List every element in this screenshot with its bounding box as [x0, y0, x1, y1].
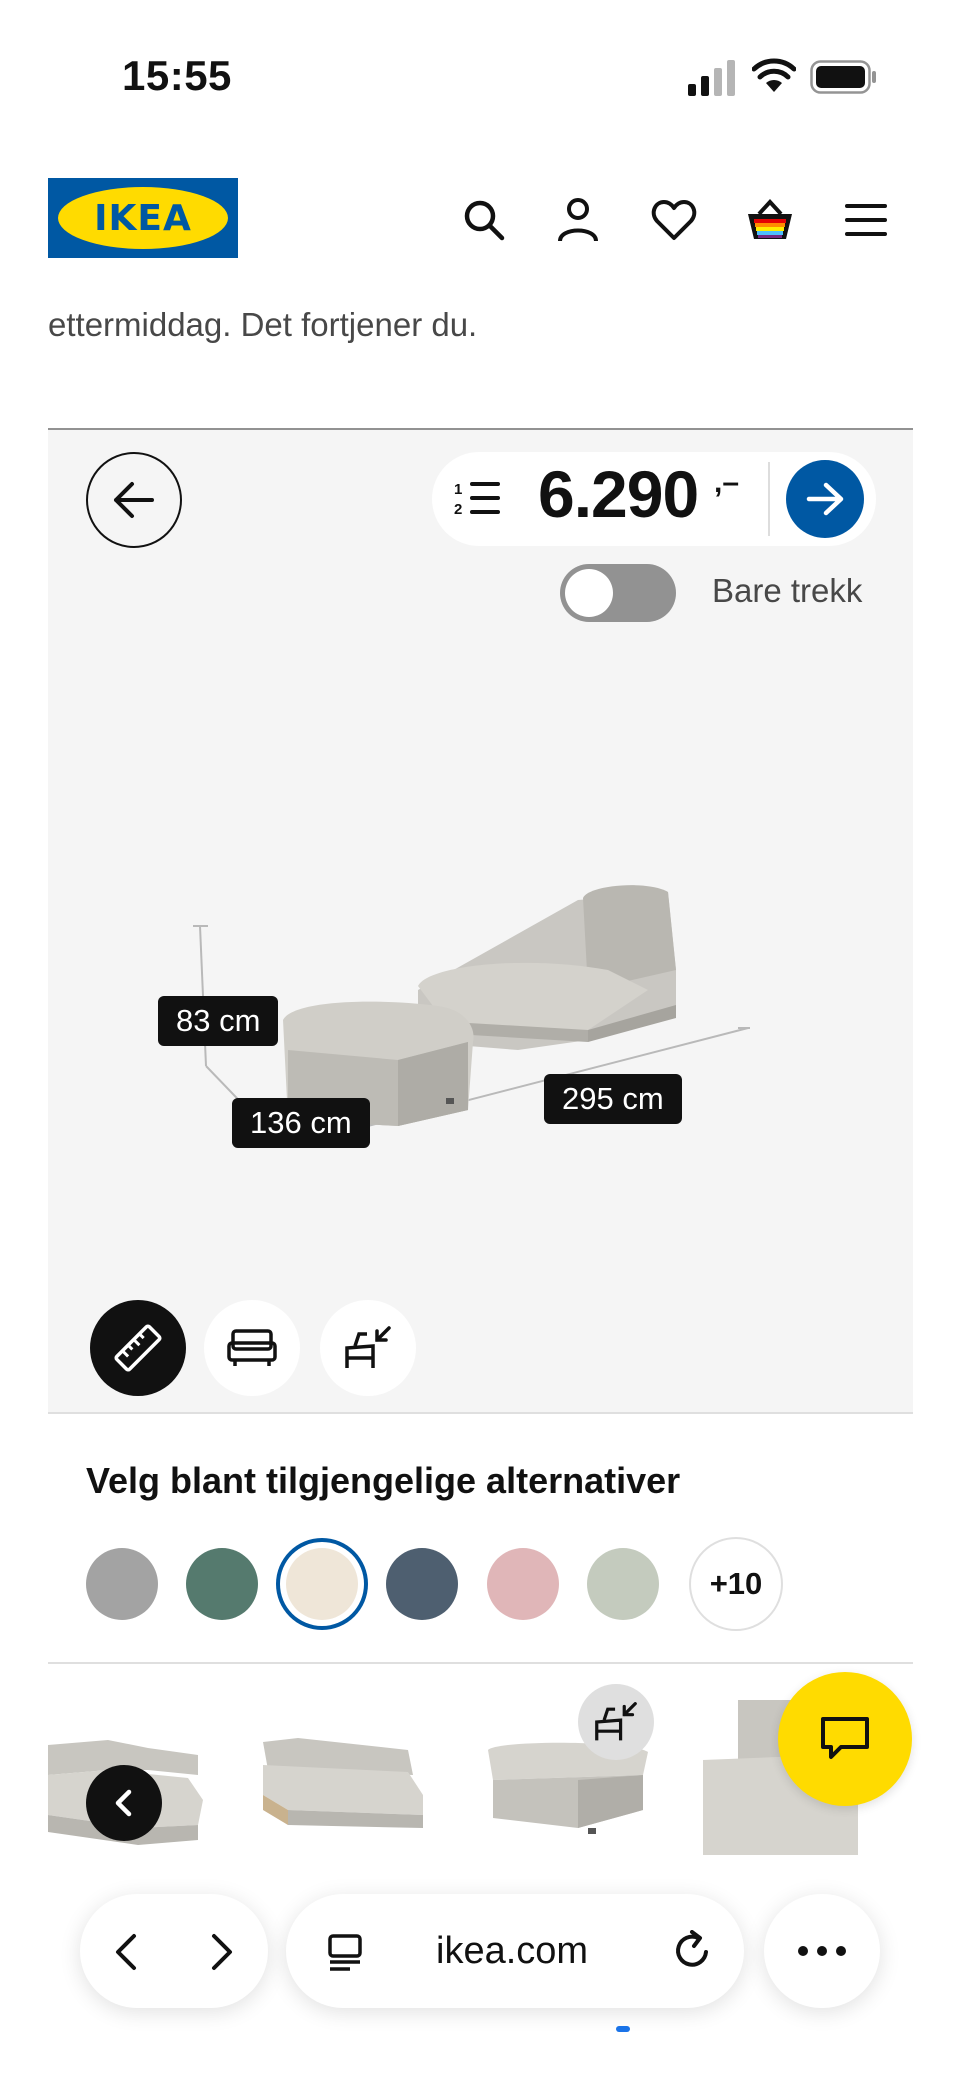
- address-bar[interactable]: ikea.com: [286, 1894, 744, 2032]
- reload-icon[interactable]: [672, 1930, 714, 1972]
- battery-icon: [810, 60, 876, 94]
- sofa-arrow-icon: [595, 1702, 637, 1741]
- status-time: 15:55: [122, 52, 232, 99]
- sofa-3d-preview[interactable]: [48, 430, 913, 1416]
- measurements-view-button[interactable]: [90, 1300, 186, 1396]
- color-swatch[interactable]: [587, 1548, 659, 1620]
- heart-icon: [651, 200, 697, 240]
- browser-nav-pill: [80, 1894, 268, 2008]
- cellular-signal-icon: [688, 60, 735, 96]
- color-swatch[interactable]: [186, 1548, 258, 1620]
- color-swatch[interactable]: [386, 1548, 458, 1620]
- person-icon: [558, 198, 598, 242]
- color-swatch[interactable]: [487, 1548, 559, 1620]
- browser-more-button[interactable]: [764, 1894, 880, 2008]
- options-heading: Velg blant tilgjengelige alternativer: [86, 1460, 681, 1501]
- more-colors-button[interactable]: +10: [689, 1537, 783, 1631]
- chevron-left-icon: [115, 1789, 132, 1817]
- module-thumb-sofa[interactable]: [258, 1700, 428, 1855]
- more-dots-icon: [798, 1946, 846, 1956]
- carousel-prev-button[interactable]: [86, 1765, 162, 1841]
- browser-forward-icon[interactable]: [208, 1932, 238, 1972]
- search-button[interactable]: [456, 192, 512, 248]
- sofa-icon: [227, 1329, 277, 1366]
- chat-button[interactable]: [778, 1672, 912, 1806]
- shopping-bag-icon: [748, 199, 792, 239]
- browser-toolbar: ikea.com: [0, 1870, 960, 2087]
- product-configurator: 1 2 6.290 ,– Bare trekk 83 cm 136 cm 295…: [48, 428, 913, 1414]
- ikea-logo[interactable]: IKEA: [48, 178, 238, 258]
- room-view-button[interactable]: [204, 1300, 300, 1396]
- logo-text: IKEA: [94, 197, 192, 239]
- sofa-arrow-icon: [345, 1326, 391, 1368]
- page-load-progress: [616, 2026, 630, 2032]
- favourites-button[interactable]: [646, 192, 702, 248]
- hamburger-menu-icon: [845, 204, 887, 236]
- url-text: ikea.com: [436, 1930, 589, 1972]
- depth-dimension-label: 136 cm: [232, 1098, 370, 1148]
- width-dimension-label: 295 cm: [544, 1074, 682, 1124]
- configure-module-badge[interactable]: [578, 1684, 654, 1760]
- configure-view-button[interactable]: [320, 1300, 416, 1396]
- chat-bubble-icon: [821, 1717, 869, 1759]
- options-divider: [48, 1662, 913, 1664]
- cart-button[interactable]: [742, 192, 798, 248]
- wifi-icon: [752, 58, 796, 92]
- status-bar: 15:55: [0, 0, 960, 150]
- color-swatch[interactable]: [86, 1548, 158, 1620]
- account-button[interactable]: [550, 192, 606, 248]
- site-header: IKEA: [0, 170, 960, 270]
- reader-mode-icon[interactable]: [326, 1932, 366, 1972]
- browser-back-icon[interactable]: [110, 1932, 140, 1972]
- ruler-icon: [114, 1324, 162, 1372]
- product-description-snippet: ettermiddag. Det fortjener du.: [48, 306, 478, 343]
- menu-button[interactable]: [838, 192, 894, 248]
- height-dimension-label: 83 cm: [158, 996, 279, 1046]
- color-swatch[interactable]: [286, 1548, 358, 1620]
- search-icon: [464, 200, 505, 241]
